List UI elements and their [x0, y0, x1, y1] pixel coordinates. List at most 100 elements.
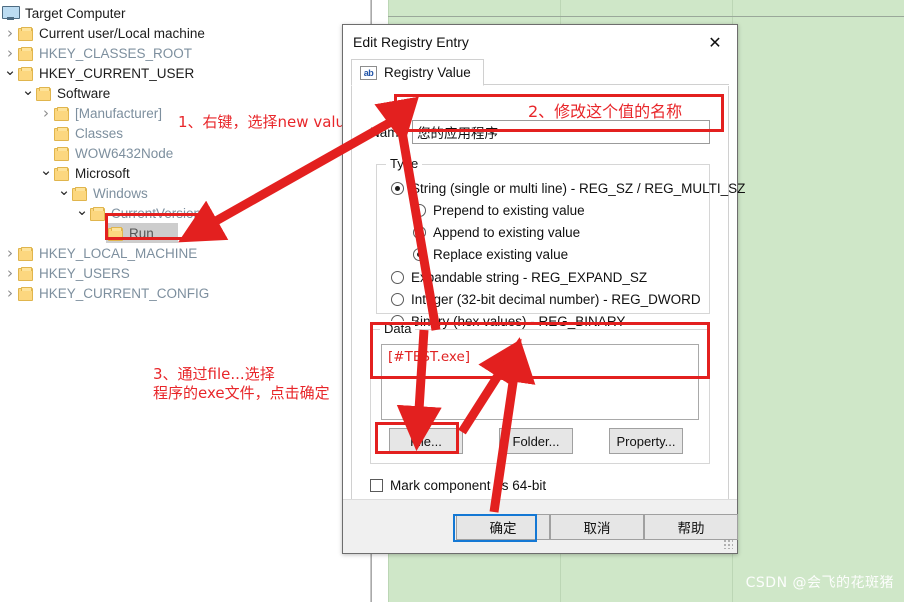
type-radio-label: Prepend to existing value [433, 203, 585, 218]
watermark: CSDN @会飞的花斑猪 [745, 575, 894, 591]
folder-icon [72, 186, 87, 201]
radio-icon[interactable] [391, 271, 404, 284]
tree-item-microsoft[interactable]: ⌄ Microsoft [0, 163, 372, 183]
file-button[interactable]: File... [389, 428, 463, 454]
folder-icon [18, 286, 33, 301]
mark-64bit-row[interactable]: Mark component as 64-bit [370, 478, 546, 493]
type-radio-option-3[interactable]: Replace existing value [413, 247, 568, 262]
folder-button[interactable]: Folder... [499, 428, 573, 454]
folder-icon [90, 206, 105, 221]
tree-item-currentversion[interactable]: ⌄ CurrentVersion [0, 203, 372, 223]
folder-icon [54, 106, 69, 121]
folder-icon [54, 166, 69, 181]
ok-button[interactable]: 确定 [456, 514, 550, 540]
name-row: Name [370, 119, 710, 145]
type-radio-label: Integer (32-bit decimal number) - REG_DW… [411, 292, 701, 307]
radio-icon[interactable] [413, 248, 426, 261]
type-radio-option-6[interactable]: Binary (hex values) - REG_BINARY [391, 314, 625, 329]
tree-item-label: HKEY_CLASSES_ROOT [39, 45, 193, 61]
tree-item-label: Current user/Local machine [39, 25, 205, 41]
help-button[interactable]: 帮助 [644, 514, 738, 540]
chevron-down-icon[interactable]: ⌄ [20, 83, 36, 98]
type-radio-option-1[interactable]: Prepend to existing value [413, 203, 585, 218]
tree-item-hkey-users[interactable]: › HKEY_USERS [0, 263, 372, 283]
tree-item-software[interactable]: ⌄ Software [0, 83, 372, 103]
tree-item-wow6432node[interactable]: WOW6432Node [0, 143, 372, 163]
tab-registry-value[interactable]: ab Registry Value [351, 59, 484, 86]
radio-icon[interactable] [413, 204, 426, 217]
chevron-down-icon[interactable]: ⌄ [56, 183, 72, 198]
folder-icon [108, 226, 123, 241]
dialog-title-bar: Edit Registry Entry ✕ [343, 25, 737, 59]
chevron-right-icon[interactable]: › [38, 105, 54, 121]
data-textarea[interactable] [381, 344, 699, 420]
chevron-right-icon[interactable]: › [2, 285, 18, 301]
tree-item-hkey-local-machine[interactable]: › HKEY_LOCAL_MACHINE [0, 243, 372, 263]
type-radio-option-5[interactable]: Integer (32-bit decimal number) - REG_DW… [391, 292, 701, 307]
tree-item-label: Windows [93, 185, 148, 201]
tree-item-current-user-local-machine[interactable]: › Current user/Local machine [0, 23, 372, 43]
tree-item-hkey-current-user[interactable]: ⌄ HKEY_CURRENT_USER [0, 63, 372, 83]
type-radio-label: Replace existing value [433, 247, 569, 262]
radio-icon[interactable] [413, 226, 426, 239]
folder-icon [18, 46, 33, 61]
tree-item-windows[interactable]: ⌄ Windows [0, 183, 372, 203]
type-radio-label: Expandable string - REG_EXPAND_SZ [411, 270, 648, 285]
data-button-row: File... Folder... Property... [381, 428, 699, 454]
tree-item-label: Run [129, 225, 154, 241]
tree-item-run[interactable]: Run [0, 223, 372, 243]
folder-icon [18, 66, 33, 81]
close-icon[interactable]: ✕ [693, 25, 737, 59]
folder-icon [36, 86, 51, 101]
chevron-right-icon[interactable]: › [2, 245, 18, 261]
radio-icon[interactable] [391, 182, 404, 195]
chevron-right-icon[interactable]: › [2, 265, 18, 281]
chevron-down-icon[interactable]: ⌄ [38, 163, 54, 178]
tree-item-label: [Manufacturer] [75, 105, 163, 121]
annotation-step-3: 3、通过file...选择 程序的exe文件，点击确定 [153, 365, 330, 402]
tree-item-label: Classes [75, 125, 124, 141]
property-button[interactable]: Property... [609, 428, 683, 454]
tree-item-hkey-current-config[interactable]: › HKEY_CURRENT_CONFIG [0, 283, 372, 303]
spreadsheet-top-rule [388, 16, 904, 17]
radio-icon[interactable] [391, 293, 404, 306]
screenshot-root: Target Computer › Current user/Local mach… [0, 0, 904, 602]
cancel-button[interactable]: 取消 [550, 514, 644, 540]
tree-item-label: CurrentVersion [111, 205, 202, 221]
chevron-right-icon[interactable]: › [2, 45, 18, 61]
monitor-icon [2, 6, 20, 20]
mark-64bit-checkbox[interactable] [370, 479, 383, 492]
annotation-step-2: 2、修改这个值的名称 [528, 102, 683, 121]
folder-icon [18, 266, 33, 281]
tree-root-row[interactable]: Target Computer [0, 3, 372, 23]
tree-item-label: WOW6432Node [75, 145, 174, 161]
dialog-title: Edit Registry Entry [353, 34, 469, 50]
type-group-legend: Type [386, 156, 423, 171]
chevron-right-icon[interactable]: › [2, 25, 18, 41]
data-group: Data File... Folder... Property... [370, 321, 710, 464]
tree-item-label: HKEY_LOCAL_MACHINE [39, 245, 198, 261]
tree-item-label: HKEY_CURRENT_USER [39, 65, 195, 81]
tab-label: Registry Value [384, 65, 471, 80]
mark-64bit-label: Mark component as 64-bit [390, 478, 547, 493]
annotation-step-1: 1、右键，选择new value [178, 113, 355, 131]
tree-item-label: HKEY_USERS [39, 265, 130, 281]
ab-icon: ab [360, 65, 377, 80]
chevron-down-icon[interactable]: ⌄ [74, 203, 90, 218]
folder-icon [18, 246, 33, 261]
type-radio-option-2[interactable]: Append to existing value [413, 225, 580, 240]
data-group-legend: Data [380, 321, 416, 336]
registry-tree[interactable]: Target Computer › Current user/Local mach… [0, 0, 372, 602]
type-radio-option-0[interactable]: String (single or multi line) - REG_SZ /… [391, 181, 745, 196]
type-radio-label: Binary (hex values) - REG_BINARY [411, 314, 626, 329]
tree-root-label: Target Computer [25, 5, 126, 21]
folder-icon [54, 146, 69, 161]
tree-item-hkey-classes-root[interactable]: › HKEY_CLASSES_ROOT [0, 43, 372, 63]
chevron-down-icon[interactable]: ⌄ [2, 63, 18, 78]
name-input[interactable] [412, 120, 710, 144]
folder-icon [54, 126, 69, 141]
type-radio-option-4[interactable]: Expandable string - REG_EXPAND_SZ [391, 270, 647, 285]
resize-grip-icon[interactable] [723, 539, 733, 549]
